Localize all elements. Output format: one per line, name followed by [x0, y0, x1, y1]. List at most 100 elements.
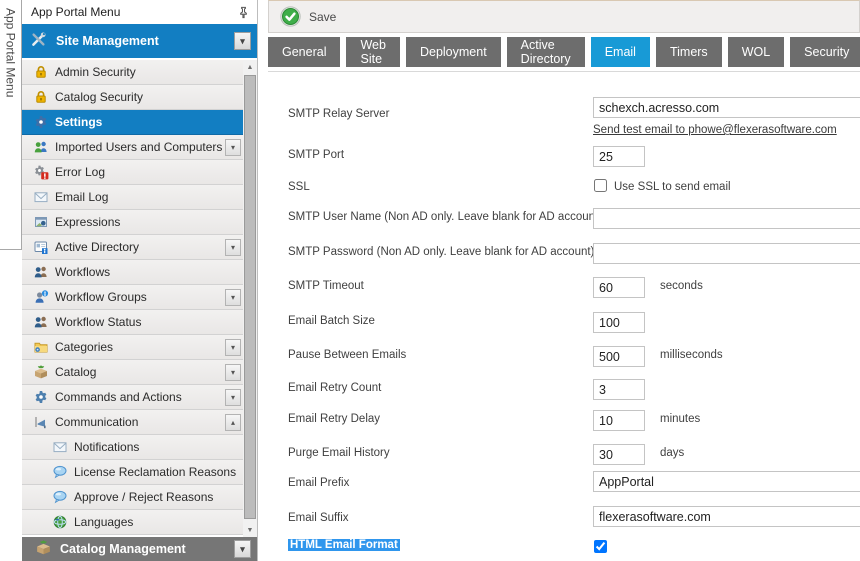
sidebar-item-email-log[interactable]: Email Log	[22, 185, 244, 210]
sidebar-item-communication[interactable]: Communication ▴	[22, 410, 244, 435]
lock-icon	[33, 64, 49, 80]
item-label: Commands and Actions	[55, 390, 182, 404]
retry-delay-unit: minutes	[660, 413, 700, 425]
smtp-password-label: SMTP Password (Non AD only. Leave blank …	[288, 246, 594, 258]
item-label: Settings	[55, 115, 102, 129]
retry-delay-label: Email Retry Delay	[288, 413, 380, 425]
site-management-dropdown-button[interactable]: ▾	[234, 32, 251, 50]
green-check-icon	[280, 6, 301, 27]
send-test-email-link[interactable]: Send test email to phowe@flexerasoftware…	[593, 124, 837, 136]
sidebar-item-categories[interactable]: Categories ▾	[22, 335, 244, 360]
smtp-relay-input[interactable]	[593, 97, 860, 118]
html-format-label: HTML Email Format	[288, 539, 400, 551]
batch-size-input[interactable]	[593, 312, 645, 333]
sidebar-item-approve-reject-reasons[interactable]: Approve / Reject Reasons	[22, 485, 244, 510]
sidebar-title: App Portal Menu	[31, 5, 120, 19]
tab-email[interactable]: Email	[591, 37, 650, 67]
sidebar-group-site-management[interactable]: Site Management ▾	[22, 24, 257, 58]
tab-wol[interactable]: WOL	[728, 37, 784, 67]
pause-unit: milliseconds	[660, 349, 723, 361]
tab-general[interactable]: General	[268, 37, 340, 67]
smtp-port-label: SMTP Port	[288, 149, 344, 161]
tab-web-site[interactable]: Web Site	[346, 37, 399, 67]
item-label: Imported Users and Computers	[55, 140, 222, 154]
sidebar-item-catalog[interactable]: Catalog ▾	[22, 360, 244, 385]
window-icon	[33, 214, 49, 230]
item-label: Categories	[55, 340, 113, 354]
sidebar-item-workflows[interactable]: Workflows	[22, 260, 244, 285]
sidebar-item-license-reclamation-reasons[interactable]: License Reclamation Reasons	[22, 460, 244, 485]
package-icon	[35, 539, 52, 559]
purge-history-input[interactable]	[593, 444, 645, 465]
vertical-menu-tab[interactable]: App Portal Menu	[0, 0, 22, 250]
scroll-up-arrow-icon[interactable]: ▲	[243, 60, 257, 74]
sidebar: App Portal Menu Site Management ▾ Admin …	[22, 0, 258, 561]
people-icon	[33, 314, 49, 330]
sidebar-item-error-log[interactable]: Error Log	[22, 160, 244, 185]
scrollbar-thumb[interactable]	[244, 75, 256, 519]
catalog-management-label: Catalog Management	[60, 542, 186, 556]
sidebar-item-imported-users[interactable]: Imported Users and Computers ▾	[22, 135, 244, 160]
smtp-user-label: SMTP User Name (Non AD only. Leave blank…	[288, 211, 602, 223]
folder-gear-icon	[33, 339, 49, 355]
item-label: Expressions	[55, 215, 120, 229]
email-suffix-input[interactable]	[593, 506, 860, 527]
sidebar-item-commands-actions[interactable]: Commands and Actions ▾	[22, 385, 244, 410]
item-label: Catalog Security	[55, 90, 143, 104]
categories-dropdown-button[interactable]: ▾	[225, 339, 241, 356]
retry-count-input[interactable]	[593, 379, 645, 400]
sidebar-item-workflow-status[interactable]: Workflow Status	[22, 310, 244, 335]
sidebar-scrollbar[interactable]: ▲ ▼	[243, 60, 257, 537]
active-directory-dropdown-button[interactable]: ▾	[225, 239, 241, 256]
smtp-user-input[interactable]	[593, 208, 860, 229]
smtp-timeout-unit: seconds	[660, 280, 703, 292]
catalog-dropdown-button[interactable]: ▾	[225, 364, 241, 381]
communication-collapse-button[interactable]: ▴	[225, 414, 241, 431]
item-label: Notifications	[74, 440, 139, 454]
save-button-label: Save	[309, 10, 336, 24]
gear-error-icon	[33, 164, 49, 180]
commands-actions-dropdown-button[interactable]: ▾	[225, 389, 241, 406]
pushpin-icon[interactable]	[235, 4, 251, 20]
smtp-timeout-input[interactable]	[593, 277, 645, 298]
sidebar-item-settings[interactable]: Settings	[22, 110, 244, 135]
tab-deployment[interactable]: Deployment	[406, 37, 501, 67]
catalog-management-dropdown-button[interactable]: ▾	[234, 540, 251, 558]
imported-users-dropdown-button[interactable]: ▾	[225, 139, 241, 156]
save-button[interactable]: Save	[280, 6, 336, 27]
tab-timers[interactable]: Timers	[656, 37, 722, 67]
sidebar-group-catalog-management[interactable]: Catalog Management ▾	[22, 537, 257, 561]
smtp-password-input[interactable]	[593, 243, 860, 264]
ssl-checkbox[interactable]	[594, 179, 607, 192]
sidebar-item-active-directory[interactable]: Active Directory ▾	[22, 235, 244, 260]
smtp-port-input[interactable]	[593, 146, 645, 167]
pause-label: Pause Between Emails	[288, 349, 406, 361]
tab-security[interactable]: Security	[790, 37, 860, 67]
sidebar-item-languages[interactable]: Languages	[22, 510, 244, 535]
email-prefix-input[interactable]	[593, 471, 860, 492]
html-format-checkbox[interactable]	[594, 540, 607, 553]
megaphone-icon	[33, 414, 49, 430]
scroll-down-arrow-icon[interactable]: ▼	[243, 523, 257, 537]
item-label: License Reclamation Reasons	[74, 465, 236, 479]
item-label: Communication	[55, 415, 138, 429]
retry-delay-input[interactable]	[593, 410, 645, 431]
sidebar-item-notifications[interactable]: Notifications	[22, 435, 244, 460]
tools-icon	[30, 31, 47, 51]
site-management-label: Site Management	[56, 34, 159, 48]
directory-card-icon	[33, 239, 49, 255]
sidebar-item-expressions[interactable]: Expressions	[22, 210, 244, 235]
sidebar-item-catalog-security[interactable]: Catalog Security	[22, 85, 244, 110]
email-prefix-label: Email Prefix	[288, 477, 349, 489]
sidebar-item-admin-security[interactable]: Admin Security	[22, 60, 244, 85]
envelope-icon	[33, 189, 49, 205]
pause-input[interactable]	[593, 346, 645, 367]
lock-icon	[33, 89, 49, 105]
sidebar-item-workflow-groups[interactable]: Workflow Groups ▾	[22, 285, 244, 310]
tab-active-directory[interactable]: Active Directory	[507, 37, 585, 67]
retry-count-label: Email Retry Count	[288, 382, 381, 394]
envelope-icon	[52, 439, 68, 455]
item-label: Error Log	[55, 165, 105, 179]
smtp-relay-label: SMTP Relay Server	[288, 108, 389, 120]
workflow-groups-dropdown-button[interactable]: ▾	[225, 289, 241, 306]
